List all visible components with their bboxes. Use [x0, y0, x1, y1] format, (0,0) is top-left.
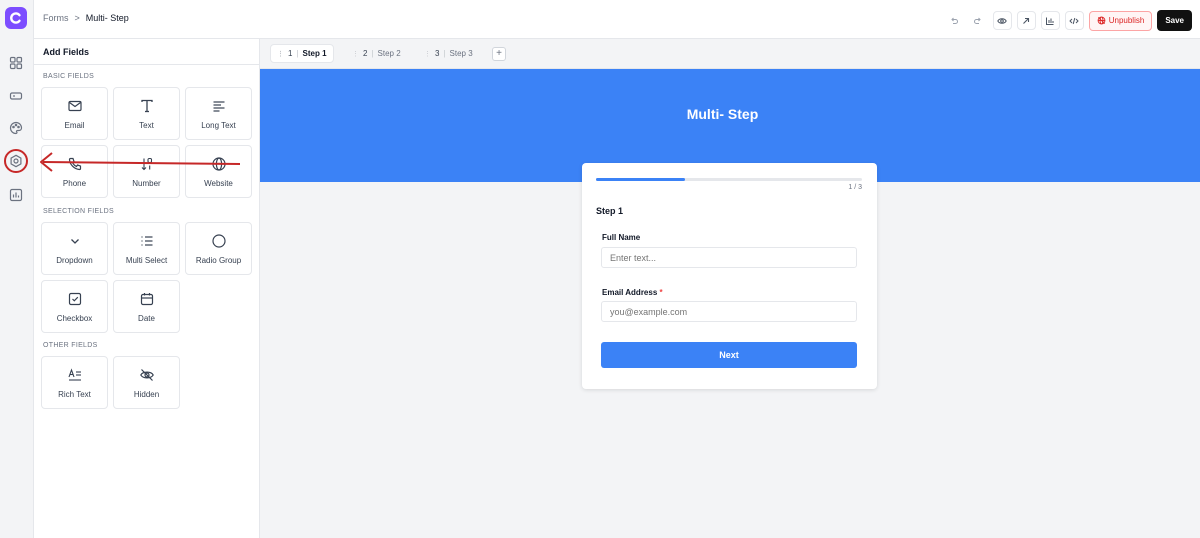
number-sort-icon — [141, 157, 152, 170]
add-step-button[interactable]: + — [492, 47, 506, 61]
form-canvas: Multi- Step 1 / 3 Step 1 Full Name Email… — [260, 69, 1200, 538]
form-title: Multi- Step — [686, 106, 759, 122]
email-address-input[interactable] — [601, 301, 857, 322]
top-bar: Forms > Multi- Step Unpublish Save — [34, 0, 1200, 39]
chevron-down-icon — [70, 238, 79, 244]
tab-label: Step 2 — [377, 49, 401, 58]
phone-icon — [68, 157, 81, 170]
step-title: Step 1 — [596, 206, 624, 216]
field-tile-radio-group[interactable]: Radio Group — [185, 222, 252, 275]
field-tile-label: Radio Group — [195, 255, 242, 265]
field-tile-label: Text — [139, 120, 154, 130]
step-tabs: ⋮ 1 | Step 1 ⋮ 2 | Step 2 ⋮ 3 | Step 3 + — [260, 39, 1200, 69]
field-tile-label: Multi Select — [125, 255, 168, 265]
open-external-button[interactable] — [1016, 11, 1036, 30]
app-logo-icon[interactable] — [5, 7, 27, 29]
progress-fill — [596, 178, 685, 181]
next-button[interactable]: Next — [601, 342, 857, 368]
tab-step-1[interactable]: ⋮ 1 | Step 1 — [270, 44, 334, 63]
unpublish-label: Unpublish — [1108, 16, 1145, 25]
field-tile-label: Hidden — [133, 389, 160, 399]
breadcrumb-current: Multi- Step — [85, 13, 129, 23]
align-left-icon — [213, 100, 224, 112]
breadcrumb-parent[interactable]: Forms — [43, 13, 69, 23]
full-name-input[interactable] — [601, 247, 857, 268]
field-tile-website[interactable]: Website — [185, 145, 252, 198]
tab-label: Step 1 — [302, 49, 327, 58]
palette-icon[interactable] — [6, 118, 26, 138]
field-tile-phone[interactable]: Phone — [41, 145, 108, 198]
field-tile-label: Checkbox — [56, 313, 93, 323]
field-tile-label: Dropdown — [56, 255, 93, 265]
progress-bar — [596, 178, 862, 181]
globe-icon — [211, 156, 226, 171]
field-tile-text[interactable]: Text — [113, 87, 180, 140]
tab-number: 2 — [363, 49, 368, 58]
field-tile-date[interactable]: Date — [113, 280, 180, 333]
field-tile-dropdown[interactable]: Dropdown — [41, 222, 108, 275]
save-button[interactable]: Save — [1157, 10, 1192, 31]
selection-fields-heading: SELECTION FIELDS — [43, 208, 114, 215]
fields-grid-icon[interactable] — [6, 53, 26, 73]
calendar-icon — [140, 292, 153, 305]
form-card: 1 / 3 Step 1 Full Name Email Address * N… — [582, 163, 877, 389]
other-fields-heading: OTHER FIELDS — [43, 342, 98, 349]
analytics-icon[interactable] — [6, 185, 26, 205]
full-name-label: Full Name — [602, 233, 640, 242]
toolbar-actions: Unpublish Save — [944, 10, 1192, 31]
left-rail — [0, 0, 34, 538]
drag-handle-icon[interactable]: ⋮ — [424, 50, 431, 58]
radio-circle-icon — [211, 233, 226, 248]
text-t-icon — [140, 99, 153, 112]
panel-title: Add Fields — [34, 39, 259, 65]
required-asterisk: * — [659, 288, 663, 297]
field-tile-long-text[interactable]: Long Text — [185, 87, 252, 140]
list-icon — [141, 235, 152, 246]
tab-label: Step 3 — [449, 49, 473, 58]
email-address-label-text: Email Address — [602, 288, 658, 297]
email-address-label: Email Address * — [602, 288, 663, 297]
redo-button[interactable] — [968, 11, 988, 30]
analytics-chart-button[interactable] — [1040, 11, 1060, 30]
preview-eye-button[interactable] — [992, 11, 1012, 30]
checkbox-icon — [68, 292, 81, 305]
settings-gear-icon[interactable] — [6, 151, 26, 171]
breadcrumb: Forms > Multi- Step — [43, 13, 129, 23]
field-tile-multi-select[interactable]: Multi Select — [113, 222, 180, 275]
field-tile-email[interactable]: Email — [41, 87, 108, 140]
field-tile-label: Date — [138, 313, 155, 323]
field-tile-label: Long Text — [201, 120, 236, 130]
drag-handle-icon[interactable]: ⋮ — [352, 50, 359, 58]
field-tile-number[interactable]: Number — [113, 145, 180, 198]
field-tile-label: Email — [64, 120, 85, 130]
breadcrumb-separator: > — [74, 13, 80, 23]
embed-code-button[interactable] — [1064, 11, 1084, 30]
envelope-icon — [67, 100, 82, 111]
tab-step-2[interactable]: ⋮ 2 | Step 2 — [346, 44, 407, 63]
field-tile-checkbox[interactable]: Checkbox — [41, 280, 108, 333]
tab-separator: | — [371, 49, 374, 58]
rich-text-icon — [67, 367, 81, 381]
tab-separator: | — [443, 49, 446, 58]
field-tile-label: Website — [204, 178, 233, 188]
field-tile-label: Number — [132, 178, 161, 188]
field-tile-hidden[interactable]: Hidden — [113, 356, 180, 409]
tab-number: 1 — [288, 49, 293, 58]
unpublish-button[interactable]: Unpublish — [1088, 10, 1153, 31]
tab-step-3[interactable]: ⋮ 3 | Step 3 — [418, 44, 479, 63]
field-tile-label: Rich Text — [58, 389, 91, 399]
basic-fields-heading: BASIC FIELDS — [43, 73, 95, 80]
tab-separator: | — [296, 49, 299, 58]
drag-handle-icon[interactable]: ⋮ — [277, 50, 284, 58]
eye-off-icon — [139, 368, 154, 381]
progress-label: 1 / 3 — [848, 184, 862, 191]
input-field-icon[interactable] — [6, 86, 26, 106]
full-name-label-text: Full Name — [602, 233, 641, 242]
field-tile-label: Phone — [62, 178, 87, 188]
undo-button[interactable] — [944, 11, 964, 30]
add-fields-panel: Add Fields BASIC FIELDS Email Text Long … — [34, 39, 260, 538]
tab-number: 3 — [435, 49, 440, 58]
globe-off-icon — [1097, 16, 1106, 25]
field-tile-rich-text[interactable]: Rich Text — [41, 356, 108, 409]
